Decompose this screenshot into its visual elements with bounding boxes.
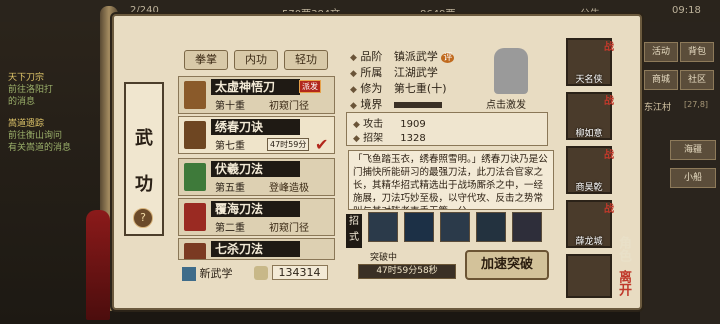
book-icon: [184, 121, 206, 149]
skill-item[interactable]: 七杀刀法: [178, 238, 335, 260]
speed-break-button[interactable]: 加速突破: [465, 250, 549, 280]
break-status: 突破中: [370, 253, 398, 263]
character-portrait[interactable]: [566, 254, 612, 298]
parry-row: ◆ 招架 1328: [353, 133, 426, 144]
move-icon[interactable]: [476, 212, 506, 242]
move-icon[interactable]: [368, 212, 398, 242]
quest-2[interactable]: 嵩道遗踪 前往衡山询问 有关嵩道的消息: [8, 118, 108, 154]
skill-item-selected[interactable]: 绣春刀诀 第七重 47时59分 ✔: [178, 116, 335, 154]
activity-button[interactable]: 活动: [644, 42, 678, 62]
character-portrait[interactable]: 战 柳如意: [566, 92, 614, 140]
book-icon: [184, 243, 206, 259]
check-icon: ✔: [315, 135, 329, 154]
book-icon: [184, 203, 206, 231]
character-portrait[interactable]: 战 天名侠: [566, 38, 614, 86]
move-icon[interactable]: [512, 212, 542, 242]
boat-tab[interactable]: 小船: [670, 168, 716, 188]
break-timer: 47时59分58秒: [358, 264, 456, 279]
move-icon[interactable]: [404, 212, 434, 242]
skill-timer: 47时59分: [267, 138, 310, 151]
skill-item[interactable]: 覆海刀法 第二重 初窥门径: [178, 198, 335, 236]
realm-row: ◆ 境界: [350, 96, 442, 112]
activate-hint[interactable]: 点击激发: [486, 96, 526, 111]
skill-item[interactable]: 伏羲刀法 第五重 登峰造极: [178, 158, 335, 196]
role-label[interactable]: 角色: [614, 236, 633, 262]
character-portrait[interactable]: 战 薛龙城: [566, 200, 614, 248]
tassel: [86, 210, 110, 320]
book-icon: [184, 163, 206, 191]
new-skill-button[interactable]: 新武学: [182, 265, 233, 281]
sea-tab[interactable]: 海疆: [670, 140, 716, 160]
moves-label: 招式: [346, 214, 362, 248]
belong-row: ◆ 所属 江湖武学: [350, 66, 438, 79]
bag-button[interactable]: 背包: [680, 42, 714, 62]
monk-figure[interactable]: [494, 48, 528, 94]
move-icon[interactable]: [440, 212, 470, 242]
cultivation-row: ◆ 修为 第七重(十): [350, 82, 447, 95]
scroll-icon: [254, 266, 268, 280]
clock: 09:18: [672, 5, 701, 16]
close-button[interactable]: 离开: [614, 270, 633, 296]
shop-button[interactable]: 商城: [644, 70, 678, 90]
location-name: 东江村: [644, 103, 672, 113]
book-icon: [182, 267, 196, 281]
location-coord: [27,8]: [684, 100, 709, 109]
quest-1[interactable]: 天下刀宗 前往洛阳打 的消息: [8, 72, 108, 108]
character-portrait[interactable]: 战 商昊乾: [566, 146, 614, 194]
stats-box: ◆ 攻击 1909 ◆ 招架 1328: [346, 112, 548, 146]
book-icon: [184, 81, 206, 109]
help-button[interactable]: ?: [133, 208, 153, 228]
tab-light[interactable]: 轻功: [284, 50, 328, 70]
points-display: 134314: [254, 265, 328, 280]
realm-bar: [393, 102, 442, 108]
tab-inner[interactable]: 内功: [234, 50, 278, 70]
tab-fist[interactable]: 拳掌: [184, 50, 228, 70]
attack-row: ◆ 攻击 1909: [353, 119, 426, 130]
skill-description: 「飞鱼踏玉衣，绣春照雪明。」绣春刀诀乃是公门捕快所能研习的最强刀法，此刀法合官家…: [348, 150, 554, 210]
dispatch-badge: 派发: [299, 80, 321, 93]
grade-row: ◆ 品阶 镇派武学 评: [350, 50, 455, 63]
right-menu: 活动 背包 商城 社区 东江村 [27,8] 海疆 小船: [640, 22, 720, 324]
community-button[interactable]: 社区: [680, 70, 714, 90]
skill-item[interactable]: 太虚神悟刀 第十重 初窥门径 派发: [178, 76, 335, 114]
